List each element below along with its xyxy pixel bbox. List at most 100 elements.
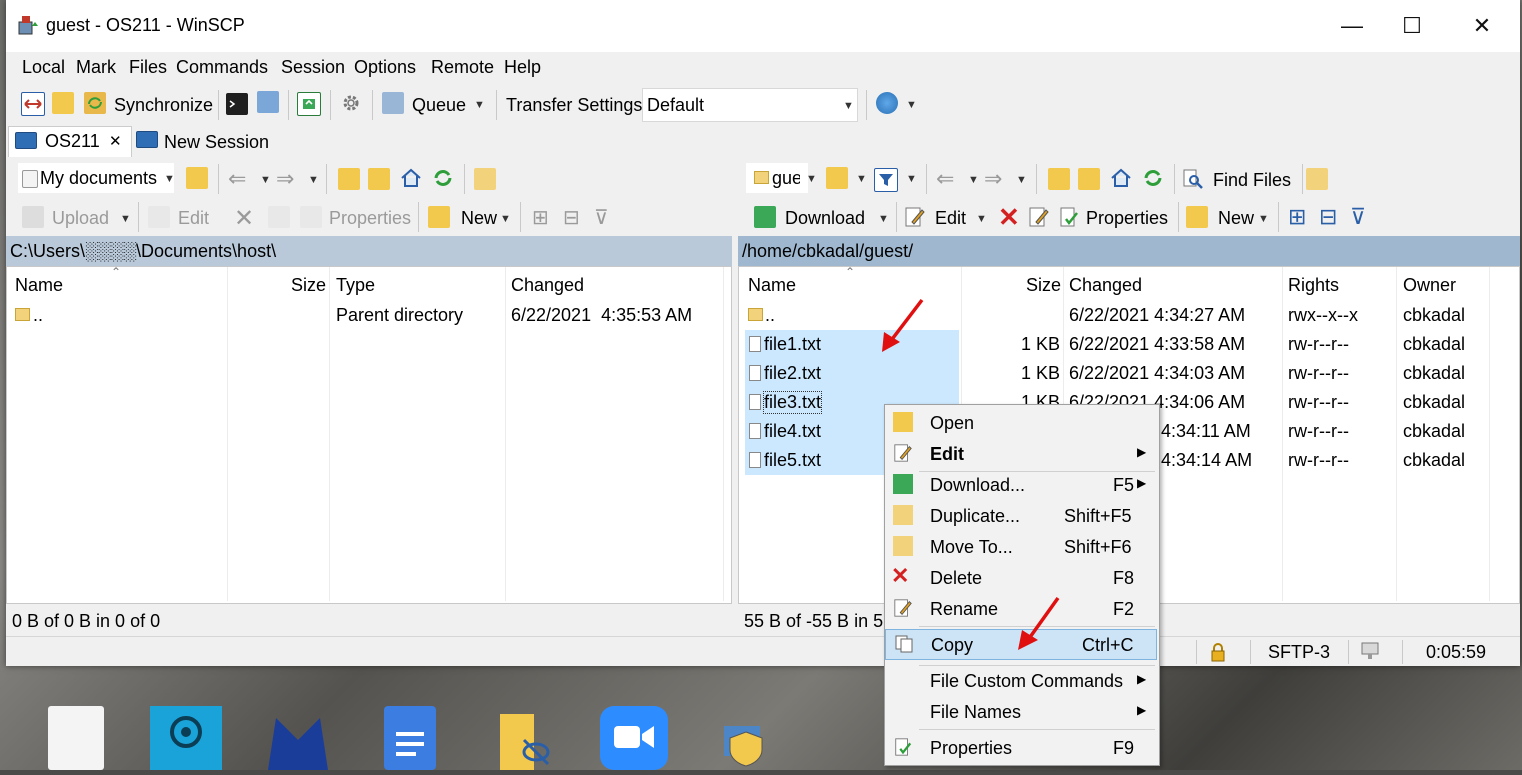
chevron-down-icon[interactable]: ▼ [474, 99, 485, 111]
menu-item-duplicate[interactable]: Duplicate... Shift+F5 [885, 501, 1157, 531]
parent-directory-icon[interactable] [1048, 168, 1070, 190]
find-files-button[interactable]: Find Files [1213, 170, 1291, 191]
console-icon[interactable] [226, 93, 248, 115]
chevron-down-icon[interactable]: ▼ [500, 213, 511, 225]
minimize-button[interactable]: — [1324, 8, 1380, 44]
menu-remote[interactable]: Remote [431, 57, 494, 78]
download-button[interactable]: Download [785, 208, 865, 229]
open-folder-icon[interactable] [826, 167, 848, 189]
column-header-owner[interactable]: Owner [1403, 275, 1456, 296]
unselect-files-icon[interactable]: ⊟ [1319, 204, 1337, 230]
filter-icon[interactable]: ⊽ [594, 205, 609, 230]
back-arrow-icon[interactable]: ⇐ [936, 166, 954, 192]
chevron-down-icon[interactable]: ▼ [1258, 213, 1269, 225]
gear-icon[interactable] [340, 92, 362, 114]
edit-button[interactable]: Edit [935, 208, 966, 229]
select-files-icon[interactable]: ⊞ [532, 205, 549, 230]
delete-icon[interactable]: ✕ [998, 202, 1020, 233]
root-directory-icon[interactable] [1078, 168, 1100, 190]
new-button[interactable]: New [1218, 208, 1254, 229]
menu-item-download[interactable]: Download... F5 ▶ [885, 470, 1157, 500]
root-directory-icon[interactable] [368, 168, 390, 190]
forward-arrow-icon[interactable]: ⇒ [984, 166, 1002, 192]
putty-icon[interactable] [257, 91, 279, 113]
globe-icon[interactable] [876, 92, 898, 114]
column-header-type[interactable]: Type [336, 275, 375, 296]
home-icon[interactable] [399, 166, 421, 188]
home-icon[interactable] [1109, 166, 1131, 188]
table-row[interactable]: .. 6/22/2021 4:34:27 AM rwx--x--x cbkada… [739, 301, 1515, 330]
synchronize-icon[interactable] [84, 92, 106, 114]
menu-help[interactable]: Help [504, 57, 541, 78]
close-button[interactable]: ✕ [1454, 8, 1510, 44]
forward-arrow-icon[interactable]: ⇒ [276, 166, 294, 192]
open-folder-icon[interactable] [186, 167, 208, 189]
table-row[interactable]: file1.txt 1 KB 6/22/2021 4:33:58 AM rw-r… [739, 330, 1515, 359]
delete-icon[interactable]: ✕ [234, 204, 254, 233]
menu-options[interactable]: Options [354, 57, 416, 78]
tab-new-session[interactable]: New Session [132, 126, 272, 156]
column-header-size[interactable]: Size [291, 275, 326, 296]
properties-icon[interactable] [300, 206, 322, 228]
chevron-down-icon[interactable]: ▼ [856, 173, 867, 185]
edit-icon[interactable] [904, 206, 926, 228]
rename-icon[interactable] [268, 206, 290, 228]
chevron-down-icon[interactable]: ▼ [120, 213, 131, 225]
chevron-down-icon[interactable]: ▼ [260, 174, 271, 186]
transfer-icon[interactable] [297, 92, 321, 116]
offline-folder-icon[interactable] [496, 706, 552, 770]
local-path-bar[interactable]: C:\Users\░░░░\Documents\host\ [6, 236, 732, 266]
menu-item-properties[interactable]: Properties F9 [885, 733, 1157, 763]
edit-icon[interactable] [148, 206, 170, 228]
google-docs-icon[interactable] [384, 706, 436, 770]
column-header-rights[interactable]: Rights [1288, 275, 1339, 296]
tree-view-icon[interactable] [474, 168, 496, 190]
menu-commands[interactable]: Commands [176, 57, 268, 78]
malwarebytes-icon[interactable] [262, 706, 334, 770]
tree-view-icon[interactable] [1306, 168, 1328, 190]
select-files-icon[interactable]: ⊞ [1288, 204, 1306, 230]
local-drive-select[interactable]: My documents [18, 163, 174, 193]
chevron-down-icon[interactable]: ▼ [1016, 174, 1027, 186]
chevron-down-icon[interactable]: ▼ [806, 173, 817, 185]
menu-item-open[interactable]: Open [885, 408, 1157, 438]
parent-directory-icon[interactable] [338, 168, 360, 190]
refresh-icon[interactable] [431, 166, 453, 188]
compare-directories-icon[interactable] [21, 92, 45, 116]
rename-icon[interactable] [1028, 206, 1050, 228]
find-files-icon[interactable] [1182, 168, 1204, 190]
menu-item-delete[interactable]: ✕ Delete F8 [885, 563, 1157, 593]
new-folder-icon[interactable] [428, 206, 450, 228]
chevron-down-icon[interactable]: ▼ [906, 173, 917, 185]
chevron-down-icon[interactable]: ▼ [968, 174, 979, 186]
menu-item-edit[interactable]: Edit ▶ [885, 439, 1157, 469]
table-row[interactable]: .. Parent directory 6/22/2021 4:35:53 AM [7, 301, 727, 330]
menu-mark[interactable]: Mark [76, 57, 116, 78]
menu-item-move-to[interactable]: Move To... Shift+F6 [885, 532, 1157, 562]
upload-button[interactable]: Upload [52, 208, 109, 229]
properties-button[interactable]: Properties [1086, 208, 1168, 229]
security-shield-icon[interactable] [720, 716, 770, 770]
download-icon[interactable] [754, 206, 776, 228]
menu-files[interactable]: Files [129, 57, 167, 78]
properties-icon[interactable] [1058, 206, 1080, 228]
document-app-icon[interactable] [48, 706, 104, 770]
webcam-app-icon[interactable] [150, 706, 222, 770]
new-button[interactable]: New [461, 208, 497, 229]
column-header-name[interactable]: Name [748, 275, 796, 296]
close-icon[interactable]: ✕ [109, 132, 122, 150]
menu-item-file-custom-commands[interactable]: File Custom Commands ▶ [885, 666, 1157, 696]
maximize-button[interactable]: ☐ [1384, 8, 1440, 44]
synchronize-browsing-icon[interactable] [52, 92, 74, 114]
chevron-down-icon[interactable]: ▼ [308, 174, 319, 186]
edit-button[interactable]: Edit [178, 208, 209, 229]
transfer-settings-select[interactable]: Default ▼ [642, 88, 858, 122]
column-header-changed[interactable]: Changed [511, 275, 584, 296]
filter-icon[interactable]: ⊽ [1350, 204, 1366, 230]
tab-os211[interactable]: OS211 ✕ [8, 126, 132, 157]
queue-icon[interactable] [382, 92, 404, 114]
menu-item-file-names[interactable]: File Names ▶ [885, 697, 1157, 727]
chevron-down-icon[interactable]: ▼ [878, 213, 889, 225]
queue-button[interactable]: Queue [412, 95, 466, 116]
menu-session[interactable]: Session [281, 57, 345, 78]
